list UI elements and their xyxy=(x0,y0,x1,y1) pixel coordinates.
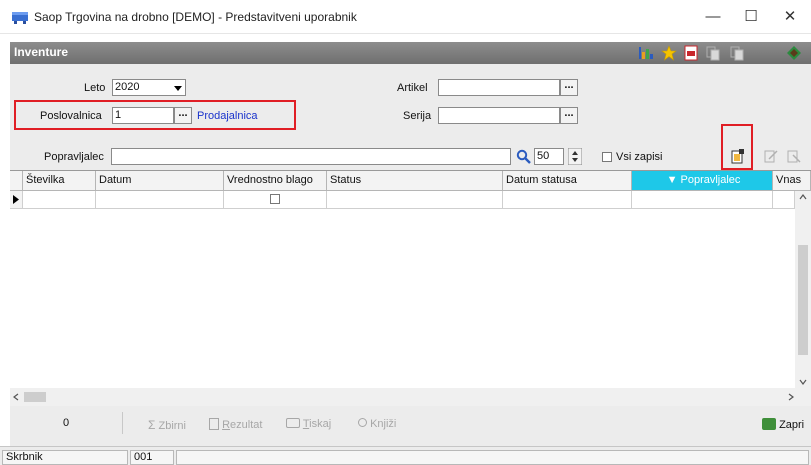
sigma-icon: Σ xyxy=(148,418,156,432)
action-footer: 0 Σ Zbirni Rezultat Tiskaj Knjiži Zapri xyxy=(10,406,811,446)
table-cell-vnas[interactable] xyxy=(773,191,795,209)
chevron-down-icon[interactable] xyxy=(174,86,182,91)
record-count-input[interactable]: 50 xyxy=(534,148,564,165)
column-header-stevilka[interactable]: Številka xyxy=(23,171,96,191)
status-message xyxy=(176,450,809,465)
table-cell-datum-statusa[interactable] xyxy=(503,191,632,209)
zapri-button[interactable]: Zapri xyxy=(762,418,804,431)
horizontal-scrollbar[interactable] xyxy=(10,388,811,406)
pdf-icon[interactable] xyxy=(683,45,699,61)
status-bar: Skrbnik 001 xyxy=(0,446,811,465)
scroll-up-icon[interactable] xyxy=(799,194,807,200)
zbirni-button[interactable]: Σ Zbirni xyxy=(148,418,186,432)
scroll-left-icon[interactable] xyxy=(13,393,19,401)
highlight-box-new-button xyxy=(721,124,753,170)
artikel-input[interactable] xyxy=(438,79,560,96)
serija-lookup-button[interactable]: ... xyxy=(560,107,578,124)
paste-icon[interactable] xyxy=(729,45,745,61)
rezultat-label: Rezultat xyxy=(222,419,263,431)
column-header-datum[interactable]: Datum xyxy=(96,171,224,191)
close-button[interactable]: ✕ xyxy=(772,4,808,30)
column-header-vrednostno-blago[interactable]: Vrednostno blago xyxy=(224,171,327,191)
edit-icon[interactable] xyxy=(764,149,778,164)
serija-label: Serija xyxy=(403,110,432,122)
book-icon[interactable] xyxy=(786,45,802,61)
record-count: 0 xyxy=(10,412,123,434)
vertical-scroll-thumb[interactable] xyxy=(798,245,808,355)
column-header-vnas[interactable]: Vnas xyxy=(773,171,811,191)
status-user: Skrbnik xyxy=(2,450,128,465)
stepper-icon[interactable] xyxy=(568,148,582,165)
window-title: Saop Trgovina na drobno [DEMO] - Predsta… xyxy=(34,10,357,24)
table-cell-vrednostno-blago[interactable] xyxy=(224,191,327,209)
star-icon[interactable] xyxy=(661,45,677,61)
row-pointer-icon xyxy=(13,195,19,204)
scroll-right-icon[interactable] xyxy=(788,393,794,401)
filter-form: Leto 2020 Poslovalnica 1 ... Prodajalnic… xyxy=(10,64,811,144)
cart-app-icon xyxy=(12,12,28,24)
artikel-label: Artikel xyxy=(397,82,428,94)
row-indicator-header xyxy=(10,171,23,191)
rezultat-button[interactable]: Rezultat xyxy=(209,418,262,431)
highlight-box-poslovalnica xyxy=(14,100,296,130)
zbirni-label: Zbirni xyxy=(158,420,186,432)
popravljalec-search-input[interactable] xyxy=(111,148,511,165)
window-titlebar: Saop Trgovina na drobno [DEMO] - Predsta… xyxy=(0,0,811,34)
leto-label: Leto xyxy=(84,82,106,94)
vsi-zapisi-label: Vsi zapisi xyxy=(616,151,663,163)
artikel-lookup-button[interactable]: ... xyxy=(560,79,578,96)
chart-icon[interactable] xyxy=(638,45,654,61)
popravljalec-label: Popravljalec xyxy=(44,151,104,163)
maximize-button[interactable]: ☐ xyxy=(733,4,769,30)
column-header-popravljalec[interactable]: ▼ Popravljalec xyxy=(632,171,773,191)
search-toolbar: Popravljalec 50 Vsi zapisi xyxy=(10,124,811,170)
close-door-icon xyxy=(762,418,776,430)
minimize-button[interactable]: — xyxy=(695,4,731,30)
search-icon[interactable] xyxy=(516,149,531,164)
module-title: Inventure xyxy=(14,45,69,59)
column-header-status[interactable]: Status xyxy=(327,171,503,191)
printer-icon xyxy=(286,418,300,428)
table-cell-datum[interactable] xyxy=(96,191,224,209)
module-header: Inventure xyxy=(10,42,811,64)
status-code: 001 xyxy=(130,450,174,465)
vertical-scrollbar[interactable] xyxy=(795,191,811,389)
horizontal-scroll-thumb[interactable] xyxy=(24,392,46,402)
table-cell-stevilka[interactable] xyxy=(23,191,96,209)
vrednostno-blago-checkbox[interactable] xyxy=(270,194,280,204)
delete-icon[interactable] xyxy=(787,149,801,164)
table-cell-status[interactable] xyxy=(327,191,503,209)
column-header-datum-statusa[interactable]: Datum statusa xyxy=(503,171,632,191)
copy-icon[interactable] xyxy=(705,45,721,61)
knjizi-button[interactable]: Knjiži xyxy=(358,418,396,430)
knjizi-label: Knjiži xyxy=(370,418,397,430)
post-icon xyxy=(358,418,367,427)
calculator-icon xyxy=(209,418,219,430)
scroll-down-icon[interactable] xyxy=(799,379,807,385)
zapri-label: Zapri xyxy=(779,419,805,431)
tiskaj-label: Tiskaj xyxy=(302,418,332,430)
tiskaj-button[interactable]: Tiskaj xyxy=(286,418,331,430)
vsi-zapisi-checkbox[interactable] xyxy=(602,152,612,162)
serija-input[interactable] xyxy=(438,107,560,124)
inventory-grid: Številka Datum Vrednostno blago Status D… xyxy=(10,170,811,389)
table-cell-popravljalec[interactable] xyxy=(632,191,773,209)
row-indicator[interactable] xyxy=(10,191,23,209)
